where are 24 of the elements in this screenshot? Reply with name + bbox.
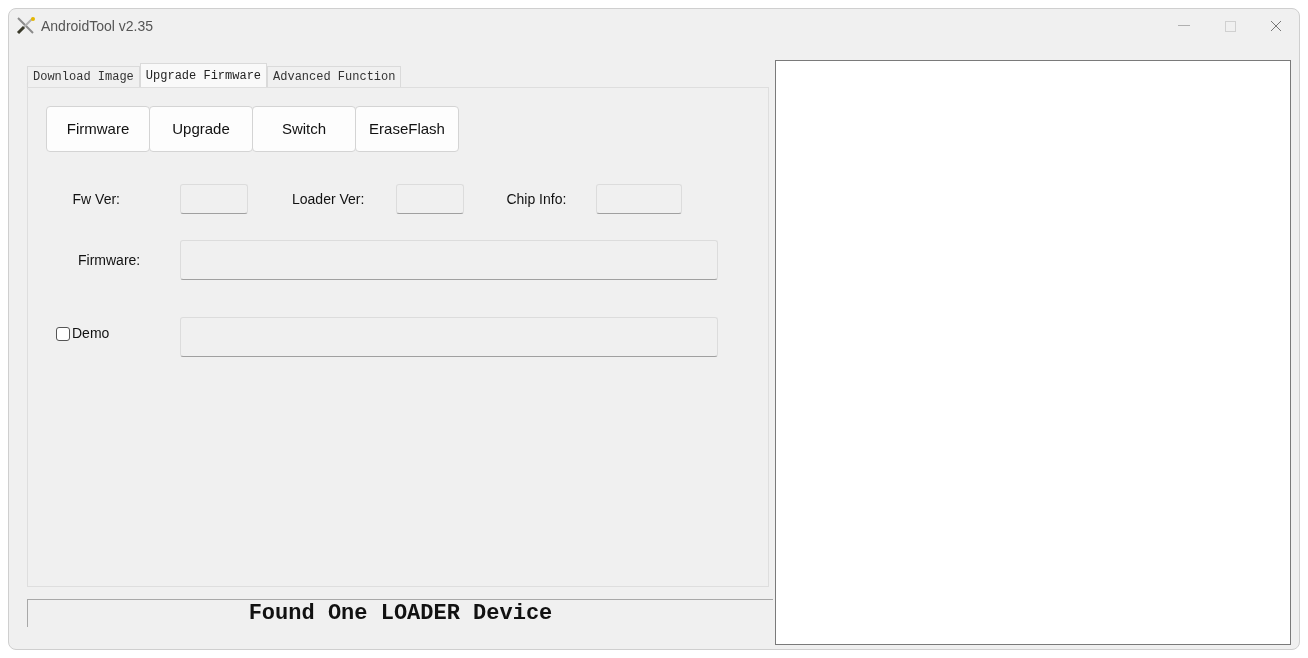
field-label: Fw Ver: — [71, 189, 120, 209]
window-title: AndroidTool v2.35 — [41, 16, 154, 36]
checkbox-label: Demo — [72, 324, 110, 343]
close-icon — [1270, 20, 1282, 32]
info-field[interactable] — [596, 184, 683, 214]
firmware-path-field[interactable] — [180, 240, 718, 280]
demo-field[interactable] — [180, 317, 718, 357]
toolbar-button[interactable]: Switch — [252, 106, 356, 152]
minimize-icon — [1178, 25, 1190, 27]
tools-icon — [15, 16, 37, 36]
field-label: Firmware: — [77, 250, 142, 270]
toolbar-button[interactable]: Firmware — [46, 106, 150, 152]
tab[interactable]: Advanced Function — [267, 66, 402, 87]
toolbar-button[interactable]: EraseFlash — [355, 106, 459, 152]
maximize-icon — [1224, 20, 1236, 32]
status-bar: Found One LOADER Device — [27, 599, 773, 627]
demo-checkbox[interactable] — [56, 326, 70, 341]
tab[interactable]: Upgrade Firmware — [139, 63, 268, 87]
field-label: Loader Ver: — [292, 189, 365, 209]
info-field[interactable] — [180, 184, 248, 214]
field-label: Chip Info: — [506, 189, 567, 209]
tab[interactable]: Download Image — [27, 66, 140, 87]
toolbar-button[interactable]: Upgrade — [149, 106, 253, 152]
info-field[interactable] — [396, 184, 465, 214]
